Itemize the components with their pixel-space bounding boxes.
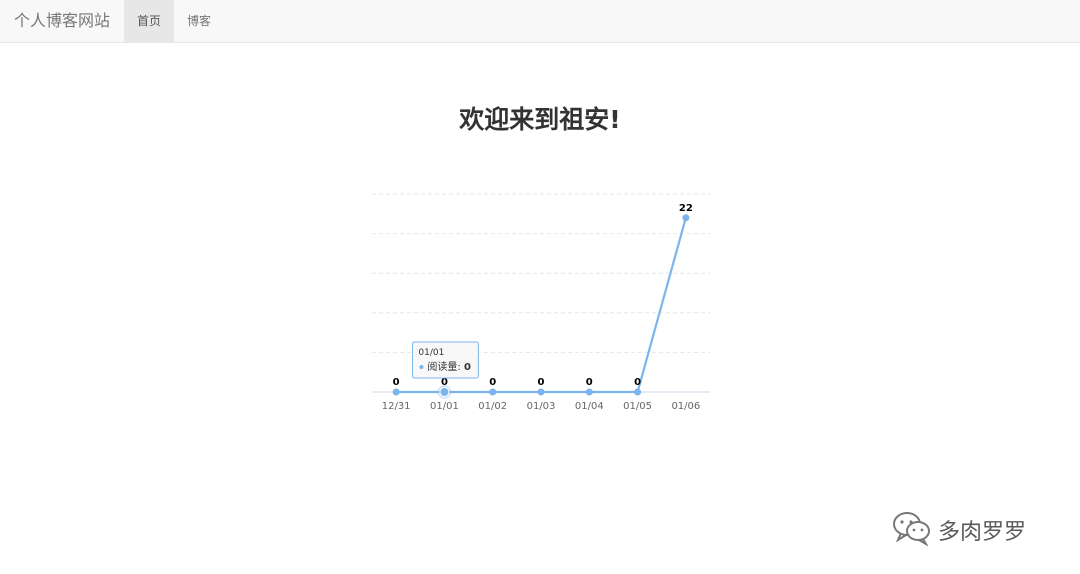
data-point xyxy=(392,388,400,396)
top-navbar: 个人博客网站 首页 博客 xyxy=(0,0,1080,43)
x-tick-label: 01/01 xyxy=(430,401,459,412)
data-label: 0 xyxy=(393,377,400,388)
x-tick-label: 12/31 xyxy=(382,401,411,412)
data-label: 0 xyxy=(586,377,593,388)
tooltip-series: 阅读量: 0 xyxy=(427,360,471,373)
x-tick-label: 01/05 xyxy=(623,401,652,412)
tooltip-category: 01/01 xyxy=(418,348,444,358)
page-title: 欢迎来到祖安! xyxy=(459,105,621,134)
data-point xyxy=(585,388,593,396)
watermark-text: 多肉罗罗 xyxy=(938,520,1027,545)
data-label: 0 xyxy=(441,377,448,388)
watermark: 多肉罗罗 xyxy=(892,510,1026,550)
data-point xyxy=(537,388,545,396)
data-label: 22 xyxy=(679,203,693,214)
x-tick-label: 01/03 xyxy=(527,401,556,412)
nav-home[interactable]: 首页 xyxy=(124,0,175,42)
x-tick-label: 01/04 xyxy=(575,401,604,412)
data-label: 0 xyxy=(538,377,545,388)
data-label: 0 xyxy=(489,377,496,388)
x-tick-label: 01/02 xyxy=(478,401,507,412)
data-point xyxy=(489,388,497,396)
x-tick-label: 01/06 xyxy=(671,401,700,412)
data-label: 0 xyxy=(634,377,641,388)
data-point xyxy=(439,387,450,397)
wechat-icon xyxy=(892,510,932,550)
data-point xyxy=(634,388,642,396)
tooltip-marker xyxy=(419,365,424,369)
data-point xyxy=(682,214,690,222)
nav-blog[interactable]: 博客 xyxy=(174,0,224,42)
site-brand[interactable]: 个人博客网站 xyxy=(0,0,124,42)
views-line-chart: 12/31 01/01 01/02 01/03 01/04 01/05 01/06 0 0 0 0 0… xyxy=(372,193,710,412)
